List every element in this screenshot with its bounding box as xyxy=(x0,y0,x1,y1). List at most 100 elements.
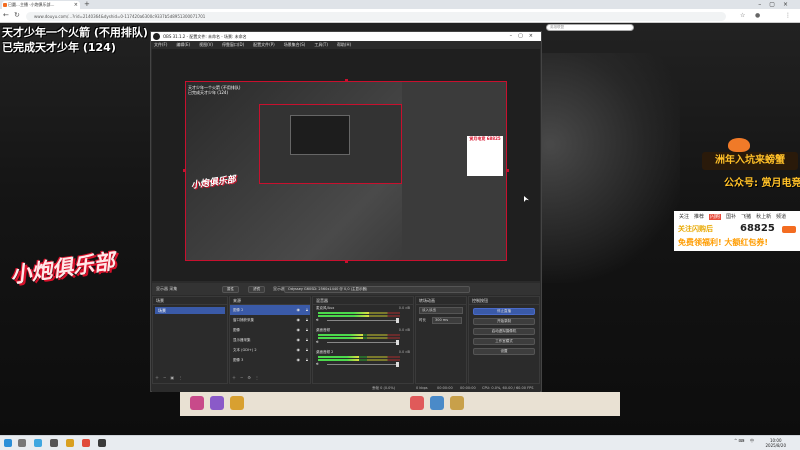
edge-icon[interactable] xyxy=(34,439,42,447)
menu-item[interactable]: 场景集合(S) xyxy=(284,42,306,47)
menu-item[interactable]: 编辑(E) xyxy=(176,42,190,47)
transform-handle[interactable] xyxy=(183,169,186,172)
visibility-eye-icon[interactable]: ◉ xyxy=(297,355,301,365)
sources-title: 来源 xyxy=(230,297,310,305)
folder-icon[interactable] xyxy=(66,439,74,447)
volume-slider[interactable] xyxy=(327,318,399,323)
obs-window: OBS 31.1.2 - 配置文件: 未命名 - 场景: 未命名 –▢× 文件(… xyxy=(150,31,542,392)
source-row[interactable]: 窗口捕获采集 ◉ 🔒︎ xyxy=(230,315,310,325)
lock-icon[interactable]: 🔒︎ xyxy=(306,325,308,335)
transform-handle[interactable] xyxy=(345,260,348,263)
lock-icon[interactable]: 🔒︎ xyxy=(306,345,308,355)
speaker-icon[interactable]: 🔊︎ xyxy=(316,361,319,366)
poster-tab: 频道 xyxy=(776,214,787,220)
refresh-icon[interactable]: ↻ xyxy=(14,11,20,19)
visibility-eye-icon[interactable]: ◉ xyxy=(297,335,301,345)
menu-item[interactable]: 配置文件(P) xyxy=(253,42,275,47)
scenes-toolbar[interactable]: ＋−▣⋮ xyxy=(155,375,186,381)
speaker-icon[interactable]: 🔊︎ xyxy=(316,339,319,344)
status-rec-time: 00:00:00 xyxy=(460,386,476,390)
lock-icon[interactable]: 🔒︎ xyxy=(306,335,308,345)
volume-level xyxy=(318,312,369,314)
close-tab-icon[interactable]: × xyxy=(74,1,78,9)
extensions-icon[interactable]: ☆ xyxy=(740,12,745,19)
filters-button[interactable]: 滤镜 xyxy=(248,286,265,293)
obs-preview[interactable]: 天才少年一个火箭 (不用排队) 已完成天才少年 (124) 赏月电竞 68825… xyxy=(152,49,540,281)
control-button[interactable]: 开始录制 xyxy=(473,318,535,325)
visibility-eye-icon[interactable]: ◉ xyxy=(297,315,301,325)
gift-icon[interactable] xyxy=(190,396,204,410)
poster-line1: 关注闪购后 xyxy=(678,225,713,233)
gift-icon[interactable] xyxy=(430,396,444,410)
transform-handle[interactable] xyxy=(345,79,348,82)
poster-banner: 洲年入坑来螃蟹 xyxy=(702,152,798,170)
new-tab-icon[interactable]: + xyxy=(84,0,90,9)
scene-item[interactable]: 场景 xyxy=(155,307,225,314)
site-search-input[interactable]: 英雄联盟 xyxy=(546,24,634,31)
browser-tab[interactable]: 已圆…主播 ·小炮俱乐部… × xyxy=(2,1,80,9)
volume-slider-knob[interactable] xyxy=(395,340,399,345)
menu-item[interactable]: 工具(T) xyxy=(314,42,328,47)
lang-indicator[interactable]: 中 xyxy=(750,438,754,444)
volume-slider[interactable] xyxy=(327,340,399,345)
obs-window-controls[interactable]: –▢× xyxy=(510,32,539,41)
source-row[interactable]: 图像 3 ◉ 🔒︎ xyxy=(230,355,310,365)
visibility-eye-icon[interactable]: ◉ xyxy=(297,325,301,335)
lock-icon[interactable]: 🔒︎ xyxy=(306,355,308,365)
volume-meter xyxy=(318,359,400,361)
duration-label: 时长 xyxy=(419,318,426,322)
source-row[interactable]: 显示器采集 ◉ 🔒︎ xyxy=(230,335,310,345)
tray-icons[interactable]: ^ ⌨ xyxy=(734,438,744,443)
source-row[interactable]: 图像 2 ◉ 🔒︎ xyxy=(230,305,310,315)
app-icon[interactable] xyxy=(82,439,90,447)
controls-title: 控制按钮 xyxy=(469,297,539,305)
browser-menu-icon[interactable]: ⋮ xyxy=(785,12,791,19)
control-button[interactable]: 启动虚拟摄像机 xyxy=(473,328,535,335)
control-button[interactable]: 工作室模式 xyxy=(473,338,535,345)
source-row[interactable]: 文本 (GDI+) 2 ◉ 🔒︎ xyxy=(230,345,310,355)
start-icon[interactable] xyxy=(4,439,12,447)
visibility-eye-icon[interactable]: ◉ xyxy=(297,305,301,315)
volume-slider[interactable] xyxy=(327,362,399,367)
volume-slider-knob[interactable] xyxy=(395,318,399,323)
lock-icon[interactable]: 🔒︎ xyxy=(306,315,308,325)
obs-title-text: OBS 31.1.2 - 配置文件: 未命名 - 场景: 未命名 xyxy=(163,34,247,39)
address-bar[interactable]: www.douyu.com/...?rid=2140364&dyshid=0-1… xyxy=(26,12,726,21)
preview-canvas[interactable]: 天才少年一个火箭 (不用排队) 已完成天才少年 (124) 赏月电竞 68825… xyxy=(185,81,507,261)
gift-icon[interactable] xyxy=(450,396,464,410)
mixer-channel-name: 桌面音频 xyxy=(316,328,330,332)
window-controls[interactable]: –▢× xyxy=(758,0,796,9)
transform-handle[interactable] xyxy=(506,169,509,172)
menu-item[interactable]: 视图(V) xyxy=(199,42,213,47)
speaker-icon[interactable]: 🔊︎ xyxy=(316,317,319,322)
gift-icon[interactable] xyxy=(210,396,224,410)
control-button[interactable]: 设置 xyxy=(473,348,535,355)
profile-icon[interactable]: ● xyxy=(755,12,760,19)
search-icon[interactable] xyxy=(18,439,26,447)
steam-icon[interactable] xyxy=(50,439,58,447)
menu-item[interactable]: 帮助(H) xyxy=(337,42,351,47)
sources-toolbar[interactable]: ＋−⚙⋮ xyxy=(232,375,263,381)
back-icon[interactable]: ← xyxy=(3,11,9,19)
volume-slider-knob[interactable] xyxy=(395,362,399,367)
transition-select[interactable]: 淡入淡出 xyxy=(419,307,463,314)
obs-taskbar-icon[interactable] xyxy=(98,439,106,447)
gift-icon[interactable] xyxy=(230,396,244,410)
taskbar-clock[interactable]: 10:00 2025/8/20 xyxy=(765,438,786,448)
clock-date: 2025/8/20 xyxy=(765,443,786,448)
menu-item[interactable]: 文件(F) xyxy=(154,42,167,47)
control-button[interactable]: 停止直播 xyxy=(473,308,535,315)
status-dropped: 丢帧 0 (0.0%) xyxy=(372,386,396,390)
sources-list: 图像 2 ◉ 🔒︎ 窗口捕获采集 ◉ 🔒︎ 图像 ◉ 🔒︎ 显示器采集 ◉ 🔒︎ 文本 (GDI+) 2… xyxy=(230,305,310,365)
visibility-eye-icon[interactable]: ◉ xyxy=(297,345,301,355)
lock-icon[interactable]: 🔒︎ xyxy=(306,305,308,315)
properties-button[interactable]: 属性 xyxy=(222,286,239,293)
menu-item[interactable]: 停靠窗口(D) xyxy=(222,42,244,47)
gift-icon[interactable] xyxy=(410,396,424,410)
mixer-channel: 桌面音频 0.0 dB 🔊︎ xyxy=(313,327,413,349)
display-select[interactable]: Odyssey G60SD: 2560x1440 @ 0,0 (主显示器) xyxy=(284,286,470,293)
duration-input[interactable]: 300 ms xyxy=(432,317,462,324)
obs-menubar: 文件(F) 编辑(E) 视图(V) 停靠窗口(D) 配置文件(P) 场景集合(S) 工具(T… xyxy=(151,41,541,49)
source-row[interactable]: 图像 ◉ 🔒︎ xyxy=(230,325,310,335)
source-label: 窗口捕获采集 xyxy=(233,318,254,322)
